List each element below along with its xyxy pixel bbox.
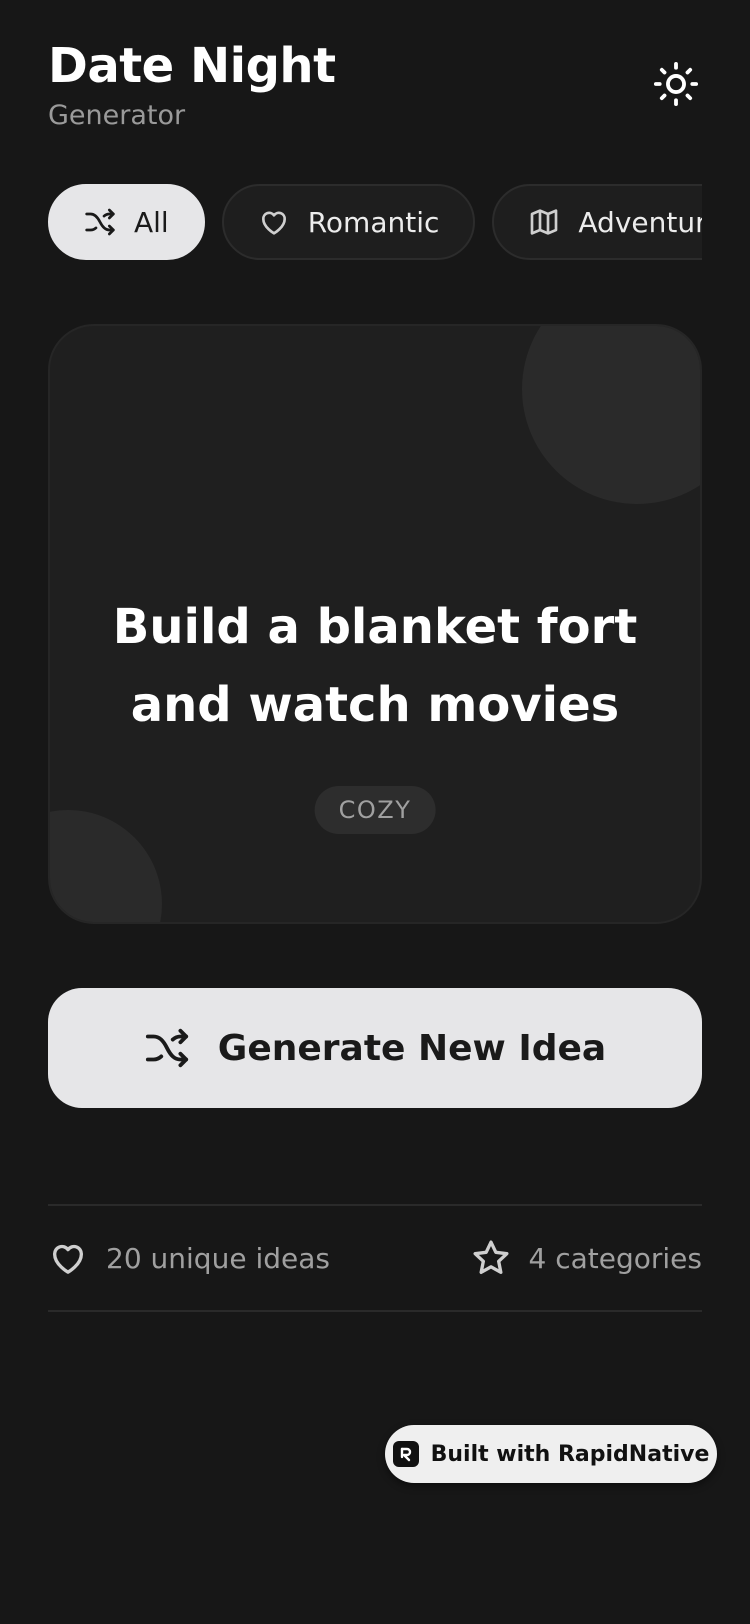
categories-count-stat: 4 categories: [471, 1232, 702, 1284]
idea-card: Build a blanket fort and watch movies CO…: [48, 324, 702, 924]
page-title: Date Night: [48, 38, 336, 94]
generate-button-label: Generate New Idea: [217, 1027, 607, 1069]
heart-icon: [48, 1238, 88, 1278]
idea-text: Build a blanket fort and watch movies: [112, 599, 638, 733]
decorative-circle: [522, 326, 700, 504]
ideas-count-stat: 20 unique ideas: [48, 1232, 330, 1284]
categories-count-label: 4 categories: [528, 1241, 702, 1275]
category-chip-label: All: [134, 205, 169, 239]
sun-icon: [653, 61, 699, 107]
star-icon: [471, 1238, 511, 1278]
divider: [48, 1204, 702, 1206]
category-chip-all[interactable]: All: [48, 184, 205, 260]
category-filter-bar: All Romantic Adventurous: [48, 184, 702, 260]
category-chip-adventurous[interactable]: Adventurous: [492, 184, 702, 260]
badge-label: Built with RapidNative: [430, 1441, 710, 1467]
shuffle-icon: [144, 1025, 190, 1071]
stats-row: 20 unique ideas 4 categories: [48, 1232, 702, 1284]
category-chip-label: Romantic: [307, 205, 440, 239]
header: Date Night Generator: [48, 36, 702, 136]
rapidnative-logo-icon: [392, 1441, 419, 1467]
category-chip-romantic[interactable]: Romantic: [221, 184, 476, 260]
generate-idea-button[interactable]: Generate New Idea: [48, 988, 702, 1108]
theme-toggle-button[interactable]: [650, 58, 702, 110]
divider: [48, 1310, 702, 1312]
built-with-badge[interactable]: Built with RapidNative: [385, 1425, 717, 1483]
page-subtitle: Generator: [48, 100, 186, 131]
idea-category-tag: COZY: [314, 786, 436, 834]
map-icon: [528, 206, 560, 238]
shuffle-icon: [84, 206, 116, 238]
ideas-count-label: 20 unique ideas: [106, 1241, 330, 1275]
decorative-circle: [50, 810, 162, 922]
category-chip-label: Adventurous: [578, 205, 702, 239]
heart-icon: [258, 206, 290, 238]
